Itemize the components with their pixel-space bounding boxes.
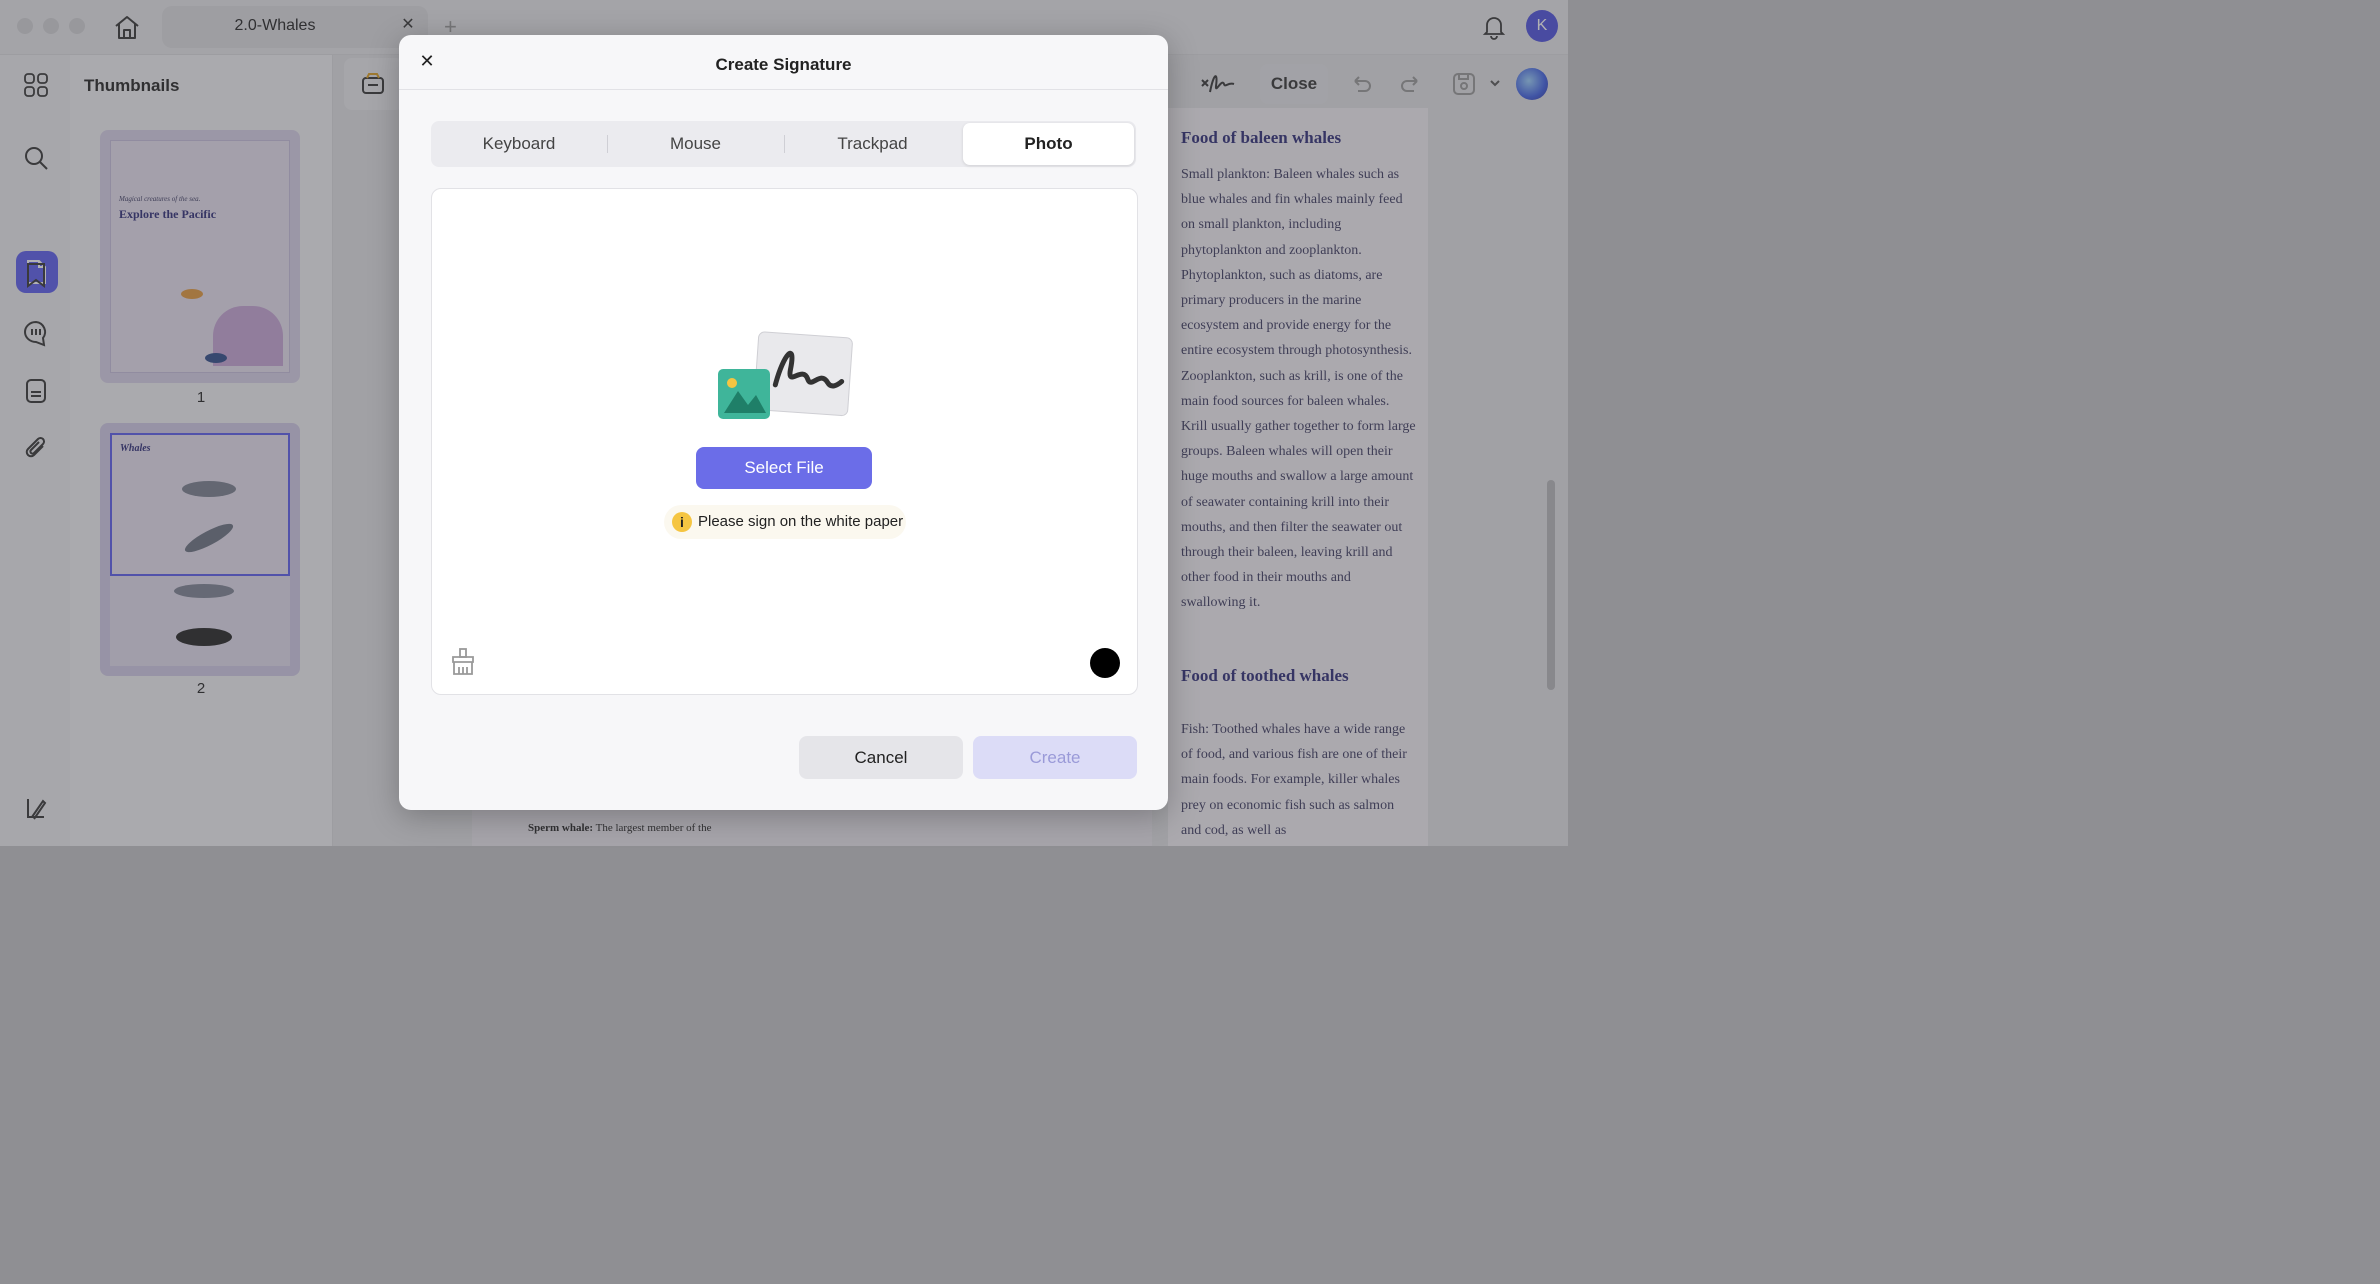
tab-photo[interactable]: Photo [963, 121, 1134, 167]
hint-banner: i Please sign on the white paper [664, 505, 906, 539]
info-icon: i [672, 512, 692, 532]
hint-text: Please sign on the white paper [698, 513, 904, 530]
tab-keyboard[interactable]: Keyboard [431, 121, 607, 167]
photo-signature-illustration [716, 331, 856, 423]
ink-color-swatch[interactable] [1090, 648, 1120, 678]
tab-trackpad[interactable]: Trackpad [784, 121, 961, 167]
cancel-button[interactable]: Cancel [799, 736, 963, 779]
signature-canvas-panel[interactable]: Select File i Please sign on the white p… [431, 188, 1138, 695]
app-window: 2.0-Whales ✕ + K Thumbnails Magical crea… [0, 0, 1568, 846]
select-file-button[interactable]: Select File [696, 447, 872, 489]
eraser-icon[interactable] [449, 647, 477, 677]
input-method-tabs: Keyboard Mouse Trackpad Photo [431, 121, 1136, 167]
tab-mouse[interactable]: Mouse [607, 121, 784, 167]
dialog-header: ✕ Create Signature [399, 35, 1168, 90]
create-signature-dialog: ✕ Create Signature Keyboard Mouse Trackp… [399, 35, 1168, 810]
create-button[interactable]: Create [973, 736, 1137, 779]
dialog-title: Create Signature [715, 55, 852, 74]
